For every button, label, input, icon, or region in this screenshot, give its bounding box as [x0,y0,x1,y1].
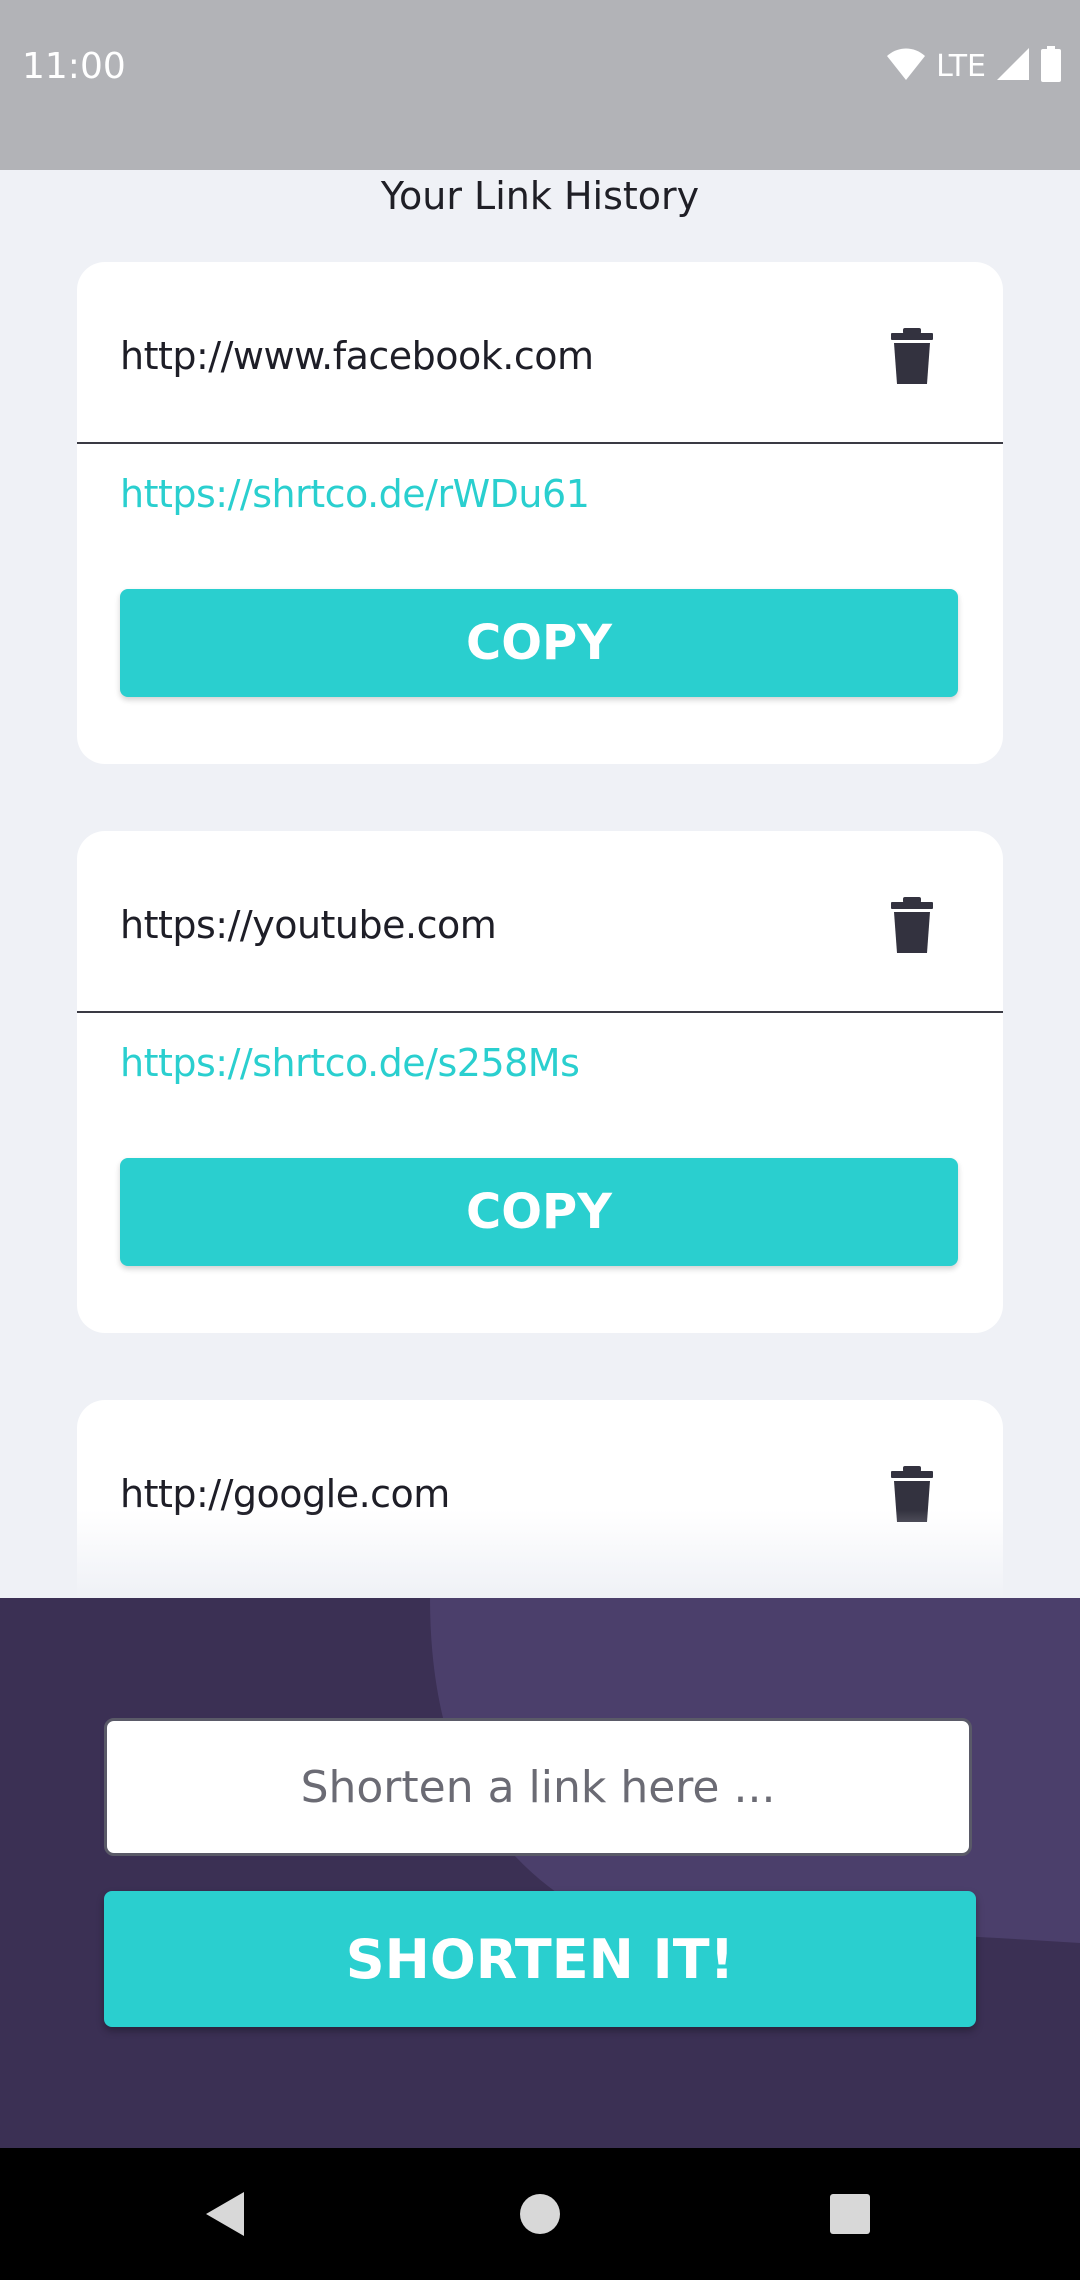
battery-icon [1040,46,1062,86]
divider [77,442,1003,444]
link-card: http://www.facebook.com https://shrtco.d… [77,262,1003,764]
scroll-fade [0,1510,1080,1598]
copy-button[interactable]: COPY [120,1158,958,1266]
network-type: LTE [936,48,986,84]
back-icon[interactable] [206,2192,244,2236]
trash-icon[interactable] [890,328,934,384]
wifi-icon [886,47,926,85]
divider [77,1011,1003,1013]
copy-button[interactable]: COPY [120,589,958,697]
cellular-signal-icon [996,47,1030,85]
trash-icon[interactable] [890,897,934,953]
shorten-panel: SHORTEN IT! [0,1598,1080,2148]
background-shape [430,1598,1080,1943]
recents-icon[interactable] [830,2194,870,2234]
short-url: https://shrtco.de/s258Ms [120,1041,580,1085]
status-bar: 11:00 LTE [0,0,1080,170]
short-url: https://shrtco.de/rWDu61 [120,472,590,516]
status-icons: LTE [886,46,1062,86]
original-url: http://www.facebook.com [120,334,594,378]
shorten-link-input[interactable] [104,1718,972,1856]
shorten-button[interactable]: SHORTEN IT! [104,1891,976,2027]
history-title: Your Link History [380,174,700,218]
link-history[interactable]: Your Link History http://www.facebook.co… [0,170,1080,1598]
link-card: https://youtube.com https://shrtco.de/s2… [77,831,1003,1333]
home-icon[interactable] [520,2194,560,2234]
navigation-bar [0,2148,1080,2280]
status-time: 11:00 [22,46,126,87]
original-url: https://youtube.com [120,903,497,947]
